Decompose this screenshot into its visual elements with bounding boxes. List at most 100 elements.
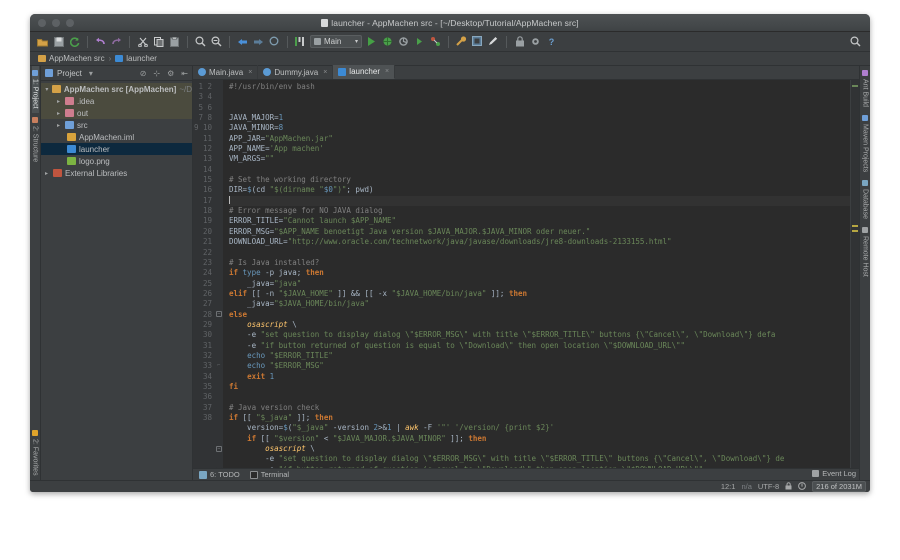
chevron-down-icon[interactable]: ▾ [89, 69, 93, 78]
tool-tab-maven-projects[interactable]: Maven Projects [862, 111, 869, 176]
copy-icon[interactable] [152, 35, 165, 48]
tree-item-label: launcher [79, 144, 110, 154]
forward-icon[interactable] [252, 35, 265, 48]
settings-icon[interactable]: ⚙ [167, 69, 174, 78]
toolbar-divider [87, 35, 88, 48]
toolbar-divider [448, 35, 449, 48]
sdk-settings-icon[interactable] [471, 35, 484, 48]
line-number-gutter: 1 2 3 4 5 6 7 8 9 10 11 12 13 14 15 16 1… [193, 80, 215, 468]
debug-icon[interactable] [381, 35, 394, 48]
code-editor[interactable]: 1 2 3 4 5 6 7 8 9 10 11 12 13 14 15 16 1… [193, 80, 859, 468]
tool-tab-ant-build[interactable]: Ant Build [862, 66, 869, 111]
event-log-icon [812, 470, 820, 477]
folder-icon [65, 97, 74, 105]
tree-item-idea[interactable]: ▸ .idea [41, 95, 192, 107]
build-icon[interactable] [455, 35, 468, 48]
help-icon[interactable]: ? [545, 35, 558, 48]
close-icon[interactable]: × [385, 68, 389, 75]
tree-item-label: src [77, 120, 88, 130]
editor-marker-bar[interactable] [850, 80, 859, 468]
code-line: # Java version check [229, 402, 320, 412]
marker[interactable] [852, 85, 858, 87]
compile-icon[interactable] [294, 35, 307, 48]
read-only-lock-icon[interactable] [785, 481, 792, 492]
tree-item-launcher[interactable]: launcher [41, 143, 192, 155]
chevron-right-icon[interactable]: ▸ [55, 110, 62, 117]
open-folder-icon[interactable] [36, 35, 49, 48]
tree-item-logo-png[interactable]: logo.png [41, 155, 192, 167]
chevron-right-icon[interactable]: ▸ [55, 98, 62, 105]
tool-tab-remote-host[interactable]: Remote Host [862, 223, 869, 281]
event-log-button[interactable]: Event Log [812, 469, 856, 478]
tree-item-label: AppMachen.iml [79, 132, 135, 142]
lock-icon[interactable] [513, 35, 526, 48]
tree-item-appmachen-iml[interactable]: AppMachen.iml [41, 131, 192, 143]
file-icon [321, 18, 329, 27]
run-coverage-icon[interactable] [397, 35, 410, 48]
file-icon [115, 55, 124, 62]
code-text[interactable]: #!/usr/bin/env bash JAVA_MAJOR=1 JAVA_MINO… [223, 80, 850, 468]
locate-icon[interactable]: ⊹ [153, 69, 160, 78]
code-folding-gutter[interactable]: − ⌐ − − [215, 80, 223, 468]
bottom-tab-label: Terminal [260, 470, 290, 479]
redo-icon[interactable] [110, 35, 123, 48]
tool-tab-project[interactable]: 1: Project [31, 66, 39, 113]
fold-end-marker[interactable]: ⌐ [216, 363, 222, 369]
run-config-icon [314, 38, 321, 45]
project-tree[interactable]: ▾ AppMachen src [AppMachen] ~/D ▸ .idea … [41, 81, 192, 480]
tab-launcher[interactable]: launcher × [333, 65, 396, 79]
search-icon[interactable] [194, 35, 207, 48]
back-icon[interactable] [236, 35, 249, 48]
close-icon[interactable]: × [323, 69, 327, 76]
replace-icon[interactable] [210, 35, 223, 48]
save-all-icon[interactable] [52, 35, 65, 48]
collapse-all-icon[interactable]: ⊘ [140, 69, 147, 78]
memory-indicator[interactable]: 216 of 2031M [812, 481, 866, 492]
last-edit-location-icon[interactable] [268, 35, 281, 48]
encoding[interactable]: UTF-8 [758, 482, 779, 491]
tab-main-java[interactable]: Main.java × [193, 65, 259, 79]
breadcrumb-launcher[interactable]: launcher [115, 54, 157, 63]
tree-item-appmachen-src[interactable]: ▾ AppMachen src [AppMachen] ~/D [41, 83, 192, 95]
hide-icon[interactable]: ⇤ [181, 69, 188, 78]
paste-icon[interactable] [168, 35, 181, 48]
code-line: JAVA_MAJOR=1 [229, 113, 284, 123]
chevron-right-icon[interactable]: ▸ [43, 170, 50, 177]
tab-dummy-java[interactable]: Dummy.java × [258, 65, 334, 79]
settings-icon[interactable] [529, 35, 542, 48]
fold-marker[interactable]: − [216, 446, 222, 452]
sync-icon[interactable] [68, 35, 81, 48]
tool-tab-favorites[interactable]: 2: Favorites [32, 426, 39, 480]
chevron-down-icon[interactable]: ▾ [45, 86, 49, 93]
chevron-down-icon[interactable]: ▾ [355, 38, 358, 45]
edit-icon[interactable] [487, 35, 500, 48]
run-icon[interactable] [365, 35, 378, 48]
marker[interactable] [852, 230, 858, 232]
search-everywhere-icon[interactable] [849, 35, 862, 48]
bottom-tab-terminal[interactable]: Terminal [249, 470, 290, 479]
close-icon[interactable]: × [248, 69, 252, 76]
code-line: -e "if button returned of question is eq… [229, 340, 686, 350]
toolbar-right-group [849, 35, 864, 48]
caret-position[interactable]: 12:1 [721, 482, 736, 491]
fold-marker[interactable]: − [216, 311, 222, 317]
tool-tab-structure[interactable]: 2: Structure [32, 113, 39, 166]
attach-process-icon[interactable] [429, 35, 442, 48]
tree-item-out[interactable]: ▸ out [41, 107, 192, 119]
fold-marker[interactable]: − [216, 467, 222, 468]
run-profiler-icon[interactable] [413, 35, 426, 48]
cut-icon[interactable] [136, 35, 149, 48]
undo-icon[interactable] [94, 35, 107, 48]
line-separator[interactable]: n/a [741, 482, 751, 491]
tool-tab-database[interactable]: Database [862, 176, 869, 223]
marker[interactable] [852, 225, 858, 227]
tree-item-src[interactable]: ▸ src [41, 119, 192, 131]
run-configuration-selector[interactable]: Main ▾ [310, 35, 362, 48]
chevron-right-icon[interactable]: ▸ [55, 122, 62, 129]
project-tool-window: Project ▾ ⊘ ⊹ ⚙ ⇤ ▾ AppMachen src [AppMa… [41, 66, 193, 480]
tree-item-external-libraries[interactable]: ▸ External Libraries [41, 167, 192, 179]
bottom-tab-todo[interactable]: 6: TODO [199, 470, 240, 479]
inspection-icon[interactable] [798, 481, 807, 492]
breadcrumb-appmachen-src[interactable]: AppMachen src [38, 54, 105, 63]
